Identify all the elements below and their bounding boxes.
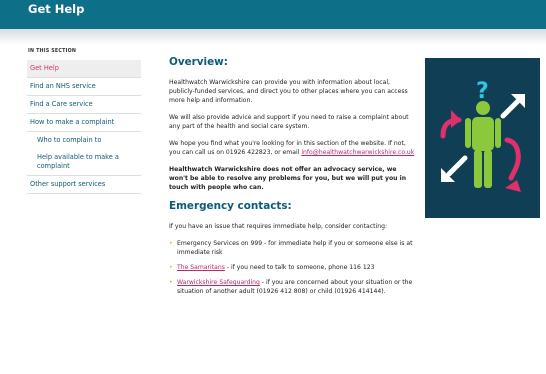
sidebar-item-find-care-service[interactable]: Find a Care service xyxy=(27,96,141,114)
bullet-icon: • xyxy=(169,279,173,286)
overview-paragraph-3: We hope you find what you're looking for… xyxy=(169,139,415,157)
sidebar-nav: Get Help Find an NHS service Find a Care… xyxy=(27,60,141,194)
sidebar: IN THIS SECTION Get Help Find an NHS ser… xyxy=(27,48,141,194)
advocacy-notice: Healthwatch Warwickshire does not offer … xyxy=(169,166,407,191)
svg-text:?: ? xyxy=(476,79,489,104)
person-with-arrows-question-icon: ? xyxy=(440,79,525,192)
main-content: Overview: Healthwatch Warwickshire can p… xyxy=(169,56,415,302)
sidebar-item-help-available[interactable]: Help available to make a complaint xyxy=(27,149,141,176)
bullet-icon: • xyxy=(169,264,173,271)
help-illustration: ? xyxy=(425,58,540,218)
samaritans-link[interactable]: The Samaritans xyxy=(177,264,225,271)
list-item: • Emergency Services on 999 - for immedi… xyxy=(169,239,415,257)
page-header: Get Help xyxy=(0,0,546,29)
overview-heading: Overview: xyxy=(169,56,228,68)
emergency-heading: Emergency contacts: xyxy=(169,200,292,212)
sidebar-item-how-to-complain[interactable]: How to make a complaint xyxy=(27,114,141,132)
sidebar-item-get-help[interactable]: Get Help xyxy=(27,60,141,78)
sidebar-item-find-nhs-service[interactable]: Find an NHS service xyxy=(27,78,141,96)
emergency-list: • Emergency Services on 999 - for immedi… xyxy=(169,239,415,296)
header-shadow xyxy=(0,29,546,45)
page-title: Get Help xyxy=(28,2,85,16)
warwickshire-safeguarding-link[interactable]: Warwickshire Safeguarding xyxy=(177,279,260,286)
list-item-text: - if you need to talk to someone, phone … xyxy=(224,264,375,271)
sidebar-item-who-to-complain-to[interactable]: Who to complain to xyxy=(27,132,141,149)
list-item-text: Emergency Services on 999 - for immediat… xyxy=(177,240,413,256)
sidebar-section-label: IN THIS SECTION xyxy=(28,49,77,54)
emergency-intro: If you have an issue that requires immed… xyxy=(169,223,387,230)
email-link[interactable]: info@healthwatchwarwickshire.co.uk xyxy=(301,149,414,156)
overview-paragraph-1: Healthwatch Warwickshire can provide you… xyxy=(169,79,408,104)
overview-paragraph-2: We will also provide advice and support … xyxy=(169,114,409,130)
sidebar-item-other-support[interactable]: Other support services xyxy=(27,176,141,194)
list-item: • Warwickshire Safeguarding - if you are… xyxy=(169,278,415,296)
bullet-icon: • xyxy=(169,240,173,247)
list-item: • The Samaritans - if you need to talk t… xyxy=(169,263,415,272)
